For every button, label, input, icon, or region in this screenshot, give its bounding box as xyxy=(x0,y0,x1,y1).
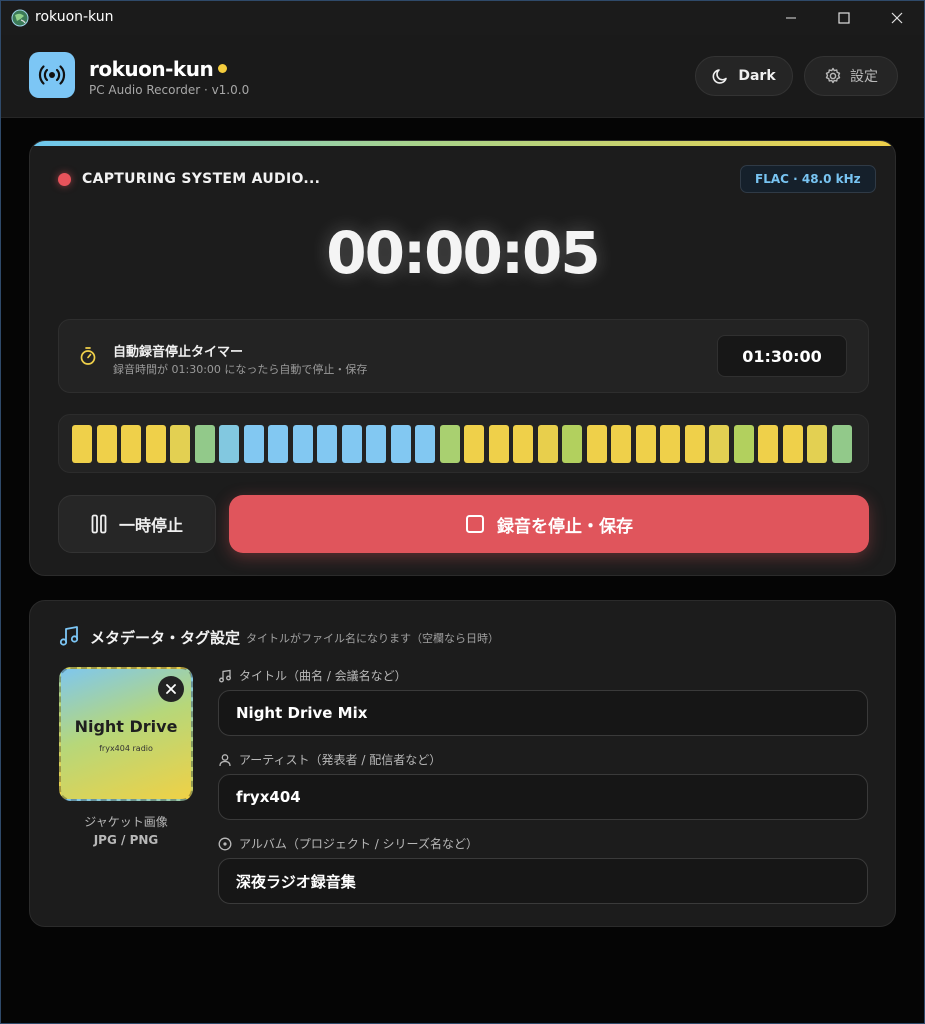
settings-button[interactable]: 設定 xyxy=(804,56,898,96)
level-meter-bar xyxy=(145,425,166,463)
user-icon xyxy=(219,753,231,766)
level-meter-bar xyxy=(488,425,509,463)
level-meter-bar xyxy=(537,425,558,463)
recording-panel: CAPTURING SYSTEM AUDIO... FLAC · 48.0 kH… xyxy=(29,140,896,576)
title-input[interactable]: Night Drive Mix xyxy=(218,690,868,736)
brand-name: rokuon-kun xyxy=(89,57,228,81)
auto-stop-time-input[interactable]: 01:30:00 xyxy=(717,335,847,377)
metadata-title: メタデータ・タグ設定 xyxy=(90,629,241,647)
level-meter-bar xyxy=(464,425,484,463)
disc-icon xyxy=(218,837,232,850)
artist-input[interactable]: fryx404 xyxy=(218,774,868,820)
cover-art-dropzone[interactable]: Night Drive fryx404 radio xyxy=(59,667,193,801)
remove-cover-button[interactable] xyxy=(158,676,184,702)
level-meter-bar xyxy=(635,425,656,463)
level-meter-bar xyxy=(733,425,754,463)
level-meter-bar xyxy=(684,425,705,463)
level-meter-bar xyxy=(807,425,827,463)
pause-label: 一時停止 xyxy=(118,516,183,535)
recording-indicator xyxy=(58,173,71,186)
album-input[interactable]: 深夜ラジオ録音集 xyxy=(218,858,868,904)
level-meter-bar xyxy=(292,425,313,463)
level-meter-bar xyxy=(611,425,631,463)
level-meter-bar xyxy=(831,425,852,463)
auto-stop-timer: 自動録音停止タイマー 録音時間が 01:30:00 になったら自動で停止・保存 … xyxy=(58,319,869,393)
level-meter-bar xyxy=(439,425,460,463)
close-button[interactable] xyxy=(874,1,920,35)
pause-button[interactable]: 一時停止 xyxy=(58,495,216,553)
level-meter-bar xyxy=(366,425,386,463)
cover-subtitle: fryx404 radio xyxy=(99,744,153,753)
theme-toggle-button[interactable]: Dark xyxy=(695,56,793,96)
album-field-label: アルバム（プロジェクト / シリーズ名など） xyxy=(218,835,478,852)
window-title: rokuon-kun xyxy=(35,9,114,25)
artist-field-label: アーティスト（発表者 / 配信者など） xyxy=(218,751,441,768)
level-meter-bar xyxy=(121,425,141,463)
level-meter xyxy=(58,414,869,473)
auto-stop-title: 自動録音停止タイマー xyxy=(113,345,244,360)
level-meter-bar xyxy=(709,425,729,463)
title-field-label: タイトル（曲名 / 会議名など） xyxy=(218,667,407,684)
level-meter-bar xyxy=(194,425,215,463)
settings-label: 設定 xyxy=(850,69,878,85)
level-meter-bar xyxy=(415,425,435,463)
level-meter-bar xyxy=(586,425,607,463)
close-icon xyxy=(891,12,903,24)
level-meter-bar xyxy=(317,425,337,463)
status-dot xyxy=(218,64,228,73)
recording-status: CAPTURING SYSTEM AUDIO... xyxy=(82,171,321,187)
pause-icon xyxy=(91,514,107,534)
metadata-hint: タイトルがファイル名になります（空欄なら日時） xyxy=(246,632,499,645)
cover-title: Night Drive xyxy=(74,717,178,736)
cover-formats: JPG / PNG xyxy=(93,833,159,847)
maximize-icon xyxy=(838,12,850,24)
accent-bar xyxy=(30,141,895,146)
level-meter-bar xyxy=(390,425,411,463)
theme-label: Dark xyxy=(738,68,776,84)
level-meter-bar xyxy=(243,425,264,463)
level-meter-bar xyxy=(341,425,362,463)
broadcast-icon xyxy=(38,65,66,85)
minimize-button[interactable] xyxy=(768,1,814,35)
stop-square-icon xyxy=(466,515,484,533)
auto-stop-description: 録音時間が 01:30:00 になったら自動で停止・保存 xyxy=(113,363,368,376)
title-bar[interactable]: rokuon-kun xyxy=(1,1,924,35)
metadata-panel: メタデータ・タグ設定 タイトルがファイル名になります（空欄なら日時） Night… xyxy=(29,600,896,927)
app-header: rokuon-kun PC Audio Recorder · v1.0.0 Da… xyxy=(1,35,924,118)
close-icon xyxy=(166,684,176,694)
format-badge: FLAC · 48.0 kHz xyxy=(740,165,876,193)
stop-and-save-button[interactable]: 録音を停止・保存 xyxy=(229,495,869,553)
level-meter-bar xyxy=(72,425,92,463)
stop-label: 録音を停止・保存 xyxy=(497,516,633,537)
level-meter-bar xyxy=(96,425,117,463)
moon-icon xyxy=(712,69,728,84)
level-meter-bars xyxy=(72,425,852,463)
gear-icon xyxy=(825,67,841,84)
level-meter-bar xyxy=(513,425,533,463)
stopwatch-icon xyxy=(79,346,97,370)
music-note-icon xyxy=(219,669,231,682)
music-note-icon xyxy=(58,625,80,651)
level-meter-bar xyxy=(660,425,680,463)
app-globe-icon xyxy=(11,9,29,27)
level-meter-bar xyxy=(219,425,239,463)
app-logo xyxy=(29,52,75,98)
app-subtitle: PC Audio Recorder · v1.0.0 xyxy=(89,83,250,97)
level-meter-bar xyxy=(268,425,288,463)
level-meter-bar xyxy=(782,425,803,463)
level-meter-bar xyxy=(170,425,190,463)
level-meter-bar xyxy=(758,425,778,463)
maximize-button[interactable] xyxy=(821,1,867,35)
minimize-icon xyxy=(786,17,796,19)
cover-caption: ジャケット画像 xyxy=(84,815,168,829)
elapsed-time: 00:00:05 xyxy=(326,219,601,287)
level-meter-bar xyxy=(562,425,582,463)
